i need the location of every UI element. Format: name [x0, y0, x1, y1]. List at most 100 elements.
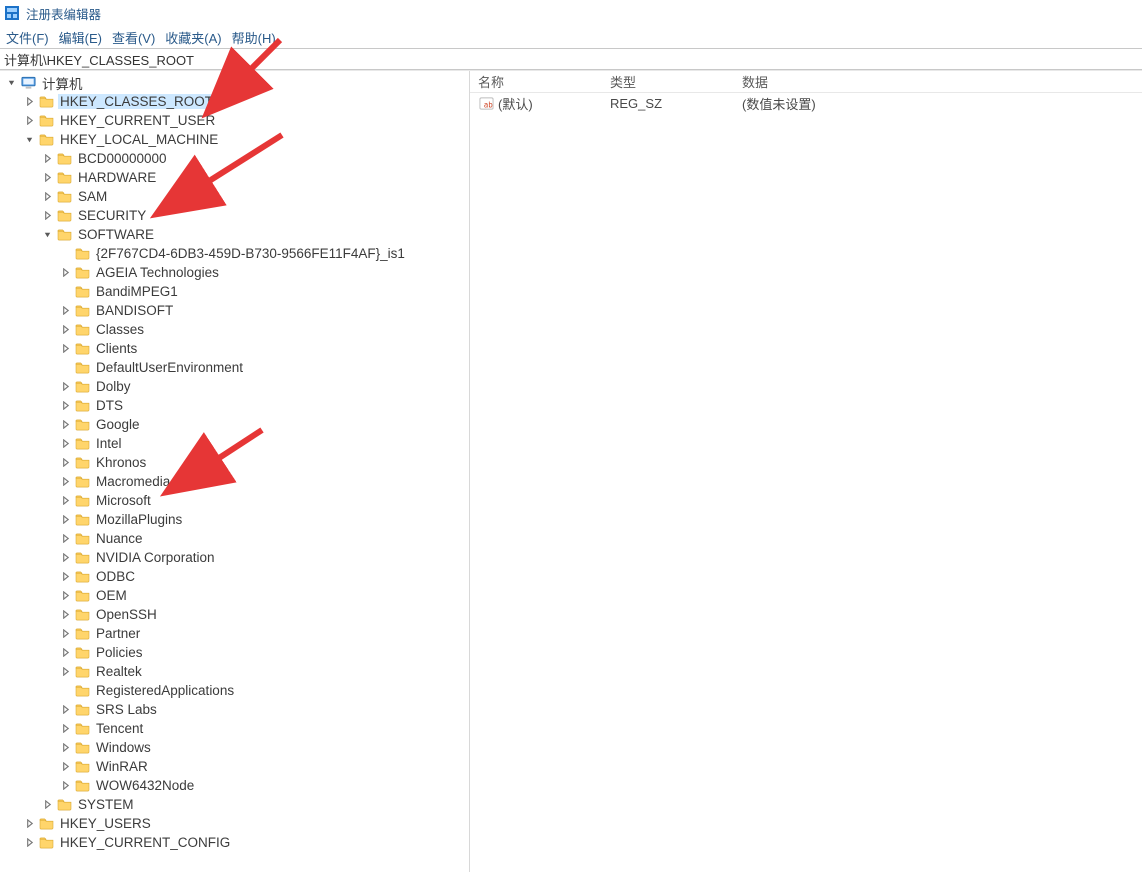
chevron-right-icon[interactable] [58, 570, 72, 584]
chevron-down-icon[interactable] [4, 76, 18, 90]
tree-item-2-3[interactable]: SECURITY [0, 206, 469, 225]
tree-item-2-4-7[interactable]: Dolby [0, 377, 469, 396]
chevron-right-icon[interactable] [58, 722, 72, 736]
chevron-right-icon[interactable] [58, 779, 72, 793]
tree-item-2-4-9[interactable]: Google [0, 415, 469, 434]
tree-item-2-4-8[interactable]: DTS [0, 396, 469, 415]
tree-item-2-4-2[interactable]: BandiMPEG1 [0, 282, 469, 301]
chevron-right-icon[interactable] [58, 266, 72, 280]
folder-icon [74, 759, 90, 775]
chevron-right-icon[interactable] [58, 456, 72, 470]
tree-item-2-2[interactable]: SAM [0, 187, 469, 206]
value-list-panel[interactable]: 名称 类型 数据 ab (默认)REG_SZ(数值未设置) [470, 71, 1142, 872]
tree-item-2-4-18[interactable]: OEM [0, 586, 469, 605]
menu-view[interactable]: 查看(V) [112, 28, 155, 47]
tree-item-2-4-15[interactable]: Nuance [0, 529, 469, 548]
tree-item-label: Windows [94, 740, 153, 755]
tree-item-1[interactable]: HKEY_CURRENT_USER [0, 111, 469, 130]
tree-item-2[interactable]: HKEY_LOCAL_MACHINE [0, 130, 469, 149]
tree-item-2-4[interactable]: SOFTWARE [0, 225, 469, 244]
menu-favorites[interactable]: 收藏夹(A) [165, 28, 221, 47]
chevron-right-icon[interactable] [58, 323, 72, 337]
tree-item-2-4-19[interactable]: OpenSSH [0, 605, 469, 624]
tree-item-2-1[interactable]: HARDWARE [0, 168, 469, 187]
tree-panel[interactable]: 计算机 HKEY_CLASSES_ROOT HKEY_CURRENT_USER … [0, 71, 470, 872]
tree-item-2-4-27[interactable]: WinRAR [0, 757, 469, 776]
chevron-right-icon[interactable] [22, 114, 36, 128]
chevron-right-icon[interactable] [58, 741, 72, 755]
tree-item-label: Policies [94, 645, 145, 660]
tree-item-2-4-10[interactable]: Intel [0, 434, 469, 453]
chevron-right-icon[interactable] [40, 152, 54, 166]
tree-root[interactable]: 计算机 [0, 73, 469, 92]
list-header: 名称 类型 数据 [470, 71, 1142, 93]
tree-item-2-4-4[interactable]: Classes [0, 320, 469, 339]
list-row[interactable]: ab (默认)REG_SZ(数值未设置) [470, 93, 1142, 113]
tree-item-0[interactable]: HKEY_CLASSES_ROOT [0, 92, 469, 111]
chevron-right-icon[interactable] [58, 418, 72, 432]
tree-item-2-4-5[interactable]: Clients [0, 339, 469, 358]
menu-help[interactable]: 帮助(H) [232, 28, 276, 47]
tree-item-2-4-12[interactable]: Macromedia [0, 472, 469, 491]
tree-item-2-4-11[interactable]: Khronos [0, 453, 469, 472]
tree-item-2-4-24[interactable]: SRS Labs [0, 700, 469, 719]
chevron-right-icon[interactable] [58, 494, 72, 508]
chevron-right-icon[interactable] [40, 190, 54, 204]
tree-item-2-4-3[interactable]: BANDISOFT [0, 301, 469, 320]
tree-item-2-0[interactable]: BCD00000000 [0, 149, 469, 168]
tree-item-2-4-6[interactable]: DefaultUserEnvironment [0, 358, 469, 377]
chevron-right-icon[interactable] [40, 209, 54, 223]
chevron-down-icon[interactable] [22, 133, 36, 147]
chevron-right-icon[interactable] [58, 760, 72, 774]
tree-item-label: HKEY_CURRENT_CONFIG [58, 835, 232, 850]
tree-item-2-4-14[interactable]: MozillaPlugins [0, 510, 469, 529]
chevron-right-icon[interactable] [40, 798, 54, 812]
menu-file[interactable]: 文件(F) [6, 28, 49, 47]
tree-item-2-4-0[interactable]: {2F767CD4-6DB3-459D-B730-9566FE11F4AF}_i… [0, 244, 469, 263]
tree-item-3[interactable]: HKEY_USERS [0, 814, 469, 833]
chevron-right-icon[interactable] [58, 513, 72, 527]
chevron-right-icon[interactable] [22, 836, 36, 850]
chevron-right-icon[interactable] [58, 304, 72, 318]
tree-item-label: 计算机 [40, 73, 85, 93]
chevron-right-icon[interactable] [58, 608, 72, 622]
tree-item-2-4-1[interactable]: AGEIA Technologies [0, 263, 469, 282]
chevron-right-icon[interactable] [58, 589, 72, 603]
chevron-right-icon[interactable] [58, 399, 72, 413]
tree-item-label: BANDISOFT [94, 303, 175, 318]
chevron-right-icon[interactable] [58, 703, 72, 717]
folder-icon [56, 189, 72, 205]
menu-edit[interactable]: 编辑(E) [59, 28, 102, 47]
chevron-right-icon[interactable] [58, 475, 72, 489]
tree-item-2-4-21[interactable]: Policies [0, 643, 469, 662]
chevron-right-icon[interactable] [58, 532, 72, 546]
chevron-right-icon[interactable] [58, 646, 72, 660]
tree-item-2-4-13[interactable]: Microsoft [0, 491, 469, 510]
chevron-right-icon[interactable] [22, 95, 36, 109]
tree-item-2-4-23[interactable]: RegisteredApplications [0, 681, 469, 700]
tree-item-2-4-25[interactable]: Tencent [0, 719, 469, 738]
tree-item-4[interactable]: HKEY_CURRENT_CONFIG [0, 833, 469, 852]
tree-item-2-4-22[interactable]: Realtek [0, 662, 469, 681]
tree-item-2-4-17[interactable]: ODBC [0, 567, 469, 586]
tree-item-2-5[interactable]: SYSTEM [0, 795, 469, 814]
tree-item-label: Tencent [94, 721, 145, 736]
chevron-down-icon[interactable] [40, 228, 54, 242]
tree-item-2-4-28[interactable]: WOW6432Node [0, 776, 469, 795]
tree-item-2-4-20[interactable]: Partner [0, 624, 469, 643]
chevron-right-icon[interactable] [58, 627, 72, 641]
col-header-name[interactable]: 名称 [470, 72, 602, 91]
chevron-right-icon[interactable] [58, 551, 72, 565]
col-header-data[interactable]: 数据 [734, 72, 1142, 91]
chevron-right-icon[interactable] [58, 437, 72, 451]
col-header-type[interactable]: 类型 [602, 72, 734, 91]
chevron-right-icon[interactable] [58, 342, 72, 356]
tree-item-label: HKEY_CURRENT_USER [58, 113, 217, 128]
chevron-right-icon[interactable] [58, 380, 72, 394]
tree-item-2-4-26[interactable]: Windows [0, 738, 469, 757]
address-bar[interactable]: 计算机\HKEY_CLASSES_ROOT [0, 48, 1142, 70]
tree-item-2-4-16[interactable]: NVIDIA Corporation [0, 548, 469, 567]
chevron-right-icon[interactable] [22, 817, 36, 831]
chevron-right-icon[interactable] [40, 171, 54, 185]
chevron-right-icon[interactable] [58, 665, 72, 679]
